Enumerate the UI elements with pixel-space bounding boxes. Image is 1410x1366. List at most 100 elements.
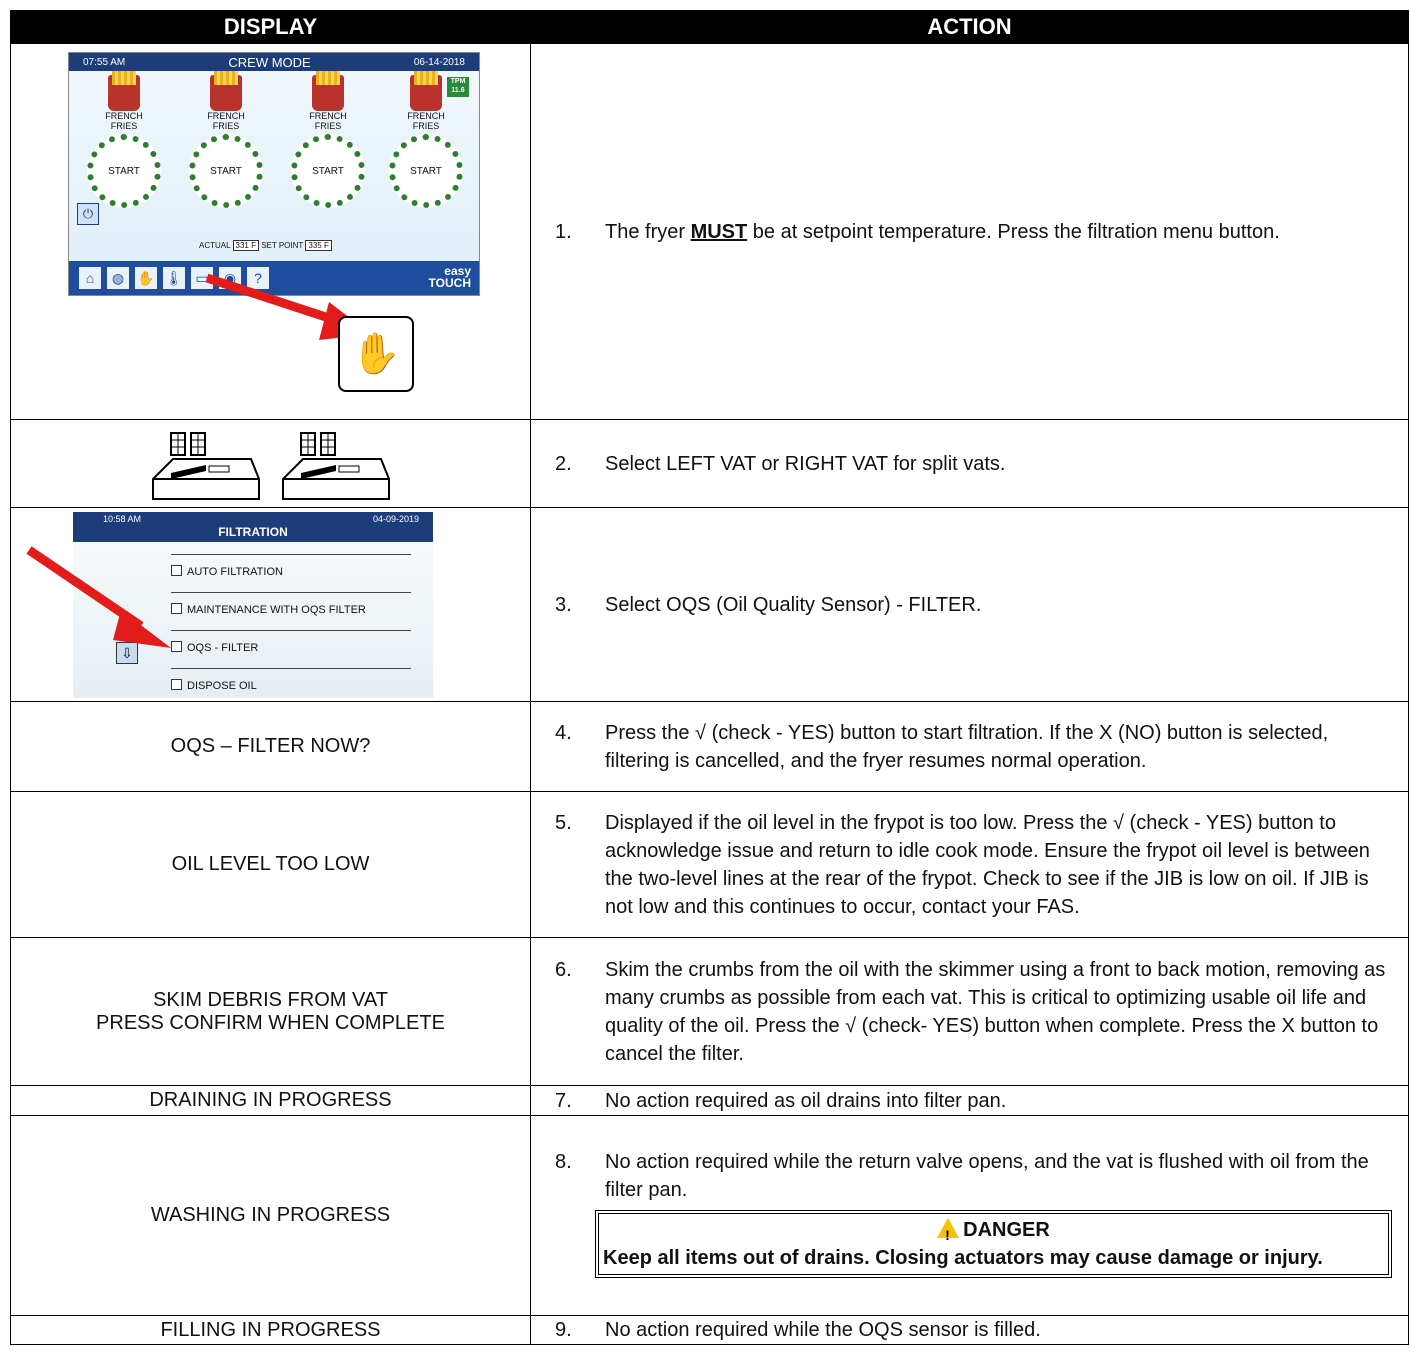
actual-value: 331 F bbox=[232, 240, 259, 251]
option-auto-filtration[interactable]: AUTO FILTRATION bbox=[171, 554, 411, 578]
start-button[interactable]: START bbox=[87, 134, 161, 208]
danger-text: Keep all items out of drains. Closing ac… bbox=[603, 1246, 1323, 1269]
step-3-cell: 3. Select OQS (Oil Quality Sensor) - FIL… bbox=[530, 507, 1409, 702]
display-message: OQS – FILTER NOW? bbox=[10, 701, 531, 792]
vat-cell-1[interactable]: FRENCH FRIES START bbox=[79, 71, 169, 208]
step-number: 9. bbox=[555, 1319, 572, 1341]
step-4: 4. Press the √ (check - YES) button to s… bbox=[531, 719, 1408, 775]
display-message: DRAINING IN PROGRESS bbox=[10, 1085, 531, 1116]
vat-cell-3[interactable]: FRENCH FRIES START bbox=[283, 71, 373, 208]
table-row: 10:58 AM FILTRATION 04-09-2019 AUTO FILT… bbox=[10, 507, 1409, 702]
display-message: FILLING IN PROGRESS bbox=[10, 1315, 531, 1345]
checkbox-icon bbox=[171, 679, 182, 690]
step-1: 1. The fryer MUST be at setpoint tempera… bbox=[531, 218, 1408, 246]
step-number: 7. bbox=[555, 1089, 572, 1112]
crew-mode-screen: 07:55 AM CREW MODE 06-14-2018 FRENCH FRI… bbox=[68, 52, 480, 296]
must-emphasis: MUST bbox=[690, 220, 748, 243]
step-number: 8. bbox=[555, 1150, 572, 1173]
power-icon[interactable]: ⏻ bbox=[77, 203, 99, 225]
option-maintenance[interactable]: MAINTENANCE WITH OQS FILTER bbox=[171, 592, 411, 616]
vat-select-display-cell bbox=[10, 419, 531, 508]
display-header: DISPLAY bbox=[10, 10, 531, 44]
product-name-2: FRIES bbox=[212, 121, 240, 131]
table-row: OIL LEVEL TOO LOW 5. Displayed if the oi… bbox=[10, 791, 1409, 938]
tpm-badge[interactable]: TPM 11.6 bbox=[447, 77, 469, 97]
option-dispose-oil[interactable]: DISPOSE OIL bbox=[171, 668, 411, 692]
step-8-cell: 8. No action required while the return v… bbox=[530, 1115, 1409, 1316]
screen-time: 10:58 AM bbox=[103, 514, 142, 524]
procedure-page: DISPLAY ACTION 07:55 AM CREW MODE 06-14-… bbox=[10, 10, 1409, 1345]
product-name: FRENCH bbox=[207, 111, 245, 121]
table-row: 2. Select LEFT VAT or RIGHT VAT for spli… bbox=[10, 419, 1409, 508]
product-name-2: FRIES bbox=[314, 121, 342, 131]
filtration-display-cell: 10:58 AM FILTRATION 04-09-2019 AUTO FILT… bbox=[10, 507, 531, 702]
danger-box: DANGER Keep all items out of drains. Clo… bbox=[595, 1209, 1392, 1278]
display-line-2: PRESS CONFIRM WHEN COMPLETE bbox=[96, 1011, 445, 1034]
thermometer-icon[interactable]: 🌡 bbox=[163, 267, 185, 289]
step-2-cell: 2. Select LEFT VAT or RIGHT VAT for spli… bbox=[530, 419, 1409, 508]
product-name: FRENCH bbox=[407, 111, 445, 121]
french-fries-icon bbox=[108, 71, 140, 111]
tpm-label: TPM bbox=[450, 78, 466, 85]
warning-icon bbox=[937, 1217, 960, 1249]
globe-icon[interactable]: ◍ bbox=[107, 267, 129, 289]
temperature-readout: ACTUAL 331 F SET POINT 335 F bbox=[199, 240, 332, 251]
right-vat-icon[interactable] bbox=[281, 429, 391, 501]
screen-status-bar: 10:58 AM FILTRATION 04-09-2019 bbox=[73, 512, 433, 542]
step-number: 4. bbox=[555, 721, 572, 744]
screen-status-bar: 07:55 AM CREW MODE 06-14-2018 bbox=[69, 53, 479, 71]
step-text: No action required while the OQS sensor … bbox=[605, 1319, 1041, 1341]
step-8: 8. No action required while the return v… bbox=[531, 1148, 1408, 1204]
product-name-2: FRIES bbox=[412, 121, 440, 131]
step-text: No action required while the return valv… bbox=[605, 1150, 1369, 1201]
step-5-cell: 5. Displayed if the oil level in the fry… bbox=[530, 791, 1409, 938]
start-button[interactable]: START bbox=[389, 134, 463, 208]
step-number: 2. bbox=[555, 452, 572, 475]
step-6: 6. Skim the crumbs from the oil with the… bbox=[531, 956, 1408, 1068]
step-4-cell: 4. Press the √ (check - YES) button to s… bbox=[530, 701, 1409, 792]
french-fries-icon bbox=[312, 71, 344, 111]
display-message: WASHING IN PROGRESS bbox=[10, 1115, 531, 1316]
step-number: 5. bbox=[555, 811, 572, 834]
table-row: FILLING IN PROGRESS 9. No action require… bbox=[10, 1315, 1409, 1345]
step-2: 2. Select LEFT VAT or RIGHT VAT for spli… bbox=[531, 450, 1408, 478]
french-fries-icon bbox=[410, 71, 442, 111]
vat-cell-2[interactable]: FRENCH FRIES START bbox=[181, 71, 271, 208]
screen-title: FILTRATION bbox=[218, 525, 288, 539]
step-text: Displayed if the oil level in the frypot… bbox=[605, 811, 1370, 918]
step-number: 3. bbox=[555, 593, 572, 616]
home-icon[interactable]: ⌂ bbox=[79, 267, 101, 289]
filtration-hand-icon-enlarged: ✋ bbox=[338, 316, 414, 392]
step-number: 6. bbox=[555, 958, 572, 981]
step-number: 1. bbox=[555, 220, 572, 243]
screen-mode: CREW MODE bbox=[228, 54, 311, 70]
step-text: Skim the crumbs from the oil with the sk… bbox=[605, 958, 1386, 1065]
screen-date: 06-14-2018 bbox=[413, 56, 465, 68]
step-1-cell: 1. The fryer MUST be at setpoint tempera… bbox=[530, 43, 1409, 420]
step-3: 3. Select OQS (Oil Quality Sensor) - FIL… bbox=[531, 591, 1408, 619]
table-row: OQS – FILTER NOW? 4. Press the √ (check … bbox=[10, 701, 1409, 792]
step-text: Press the √ (check - YES) button to star… bbox=[605, 721, 1329, 772]
step-text: Select OQS (Oil Quality Sensor) - FILTER… bbox=[605, 593, 982, 616]
start-button[interactable]: START bbox=[291, 134, 365, 208]
tpm-value: 11.6 bbox=[451, 87, 465, 94]
step-7: 7. No action required as oil drains into… bbox=[531, 1087, 1408, 1115]
display-line-1: SKIM DEBRIS FROM VAT bbox=[153, 988, 388, 1011]
product-name-2: FRIES bbox=[110, 121, 138, 131]
left-vat-icon[interactable] bbox=[151, 429, 261, 501]
filtration-hand-icon[interactable]: ✋ bbox=[135, 267, 157, 289]
option-oqs-filter[interactable]: OQS - FILTER bbox=[171, 630, 411, 654]
actual-label: ACTUAL bbox=[199, 241, 231, 250]
table-row: DRAINING IN PROGRESS 7. No action requir… bbox=[10, 1085, 1409, 1116]
danger-title: DANGER bbox=[963, 1218, 1050, 1241]
product-name: FRENCH bbox=[309, 111, 347, 121]
action-header: ACTION bbox=[530, 10, 1409, 44]
setpoint-label: SET POINT bbox=[261, 241, 304, 250]
display-message: OIL LEVEL TOO LOW bbox=[10, 791, 531, 938]
step-5: 5. Displayed if the oil level in the fry… bbox=[531, 809, 1408, 921]
step-6-cell: 6. Skim the crumbs from the oil with the… bbox=[530, 937, 1409, 1086]
table-row: 07:55 AM CREW MODE 06-14-2018 FRENCH FRI… bbox=[10, 43, 1409, 420]
step-text: The fryer MUST be at setpoint temperatur… bbox=[605, 220, 1280, 243]
start-button[interactable]: START bbox=[189, 134, 263, 208]
table-row: WASHING IN PROGRESS 8. No action require… bbox=[10, 1115, 1409, 1316]
